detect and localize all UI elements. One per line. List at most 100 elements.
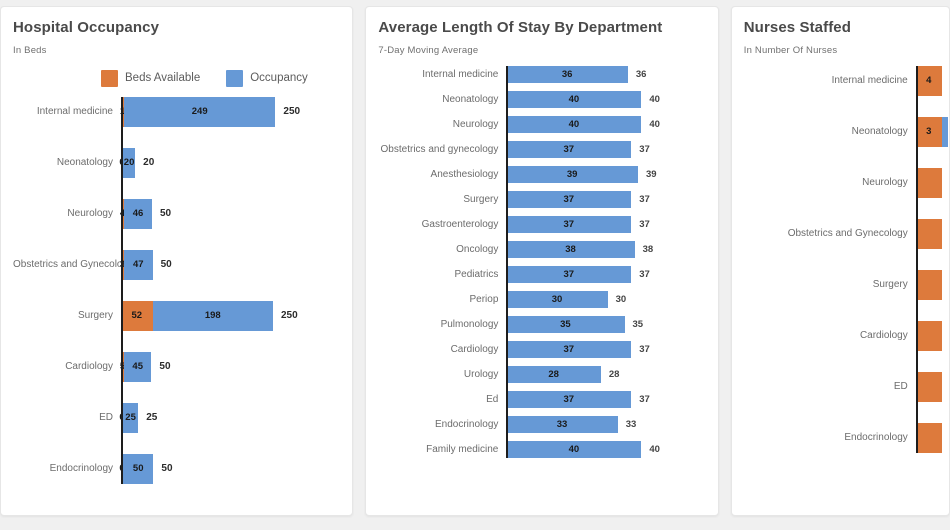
bar-segment[interactable]: 28: [506, 365, 601, 383]
bar-segment[interactable]: 35: [506, 315, 625, 333]
chart-row: Neurology: [744, 167, 942, 198]
bar-segment[interactable]: 46: [124, 198, 152, 229]
bar-segment[interactable]: 40: [506, 115, 642, 133]
bar-value-label: 37: [563, 268, 575, 280]
bar-value-label: 198: [204, 310, 221, 322]
bar-value-label: 33: [556, 418, 568, 430]
bar-total-label: 30: [615, 293, 627, 305]
bar-total-label: 250: [283, 106, 301, 118]
bar-segment[interactable]: [915, 320, 942, 351]
bar-segment[interactable]: 37: [506, 390, 632, 408]
bar-segment[interactable]: [915, 269, 942, 300]
row-label-ed: ED: [893, 381, 908, 393]
bar-segment[interactable]: 37: [506, 340, 632, 358]
bar-segment[interactable]: 20: [123, 147, 136, 178]
chart-row: Endocrinology05050: [13, 453, 340, 484]
row-label-neurology: Neurology: [862, 177, 908, 189]
chart-row: Anesthesiology 39 39: [378, 165, 705, 183]
bar-segment[interactable]: 37: [506, 215, 632, 233]
bar-total-label: 33: [625, 418, 637, 430]
legend-item-occupancy[interactable]: Occupancy: [226, 69, 308, 87]
bar-value-label: 249: [191, 106, 208, 118]
bar-segment[interactable]: [915, 422, 942, 453]
bar-segment[interactable]: 45: [124, 351, 152, 382]
chart-row: Endocrinology 33 33: [378, 415, 705, 433]
bar-segment[interactable]: [915, 167, 942, 198]
bar-total-label: 50: [159, 361, 171, 373]
chart-nurses-staffed: Internal medicine 4 Neonatology 3 Neurology O…: [744, 65, 948, 453]
bar-segment[interactable]: 30: [506, 290, 608, 308]
chart-row: Cardiology 37 37: [378, 340, 705, 358]
bar-track: 52 198 250: [121, 300, 340, 331]
bar-segment[interactable]: 52: [121, 300, 153, 331]
bar-track: 33 33: [506, 415, 705, 433]
row-label-neonatology: Neonatology: [851, 126, 908, 138]
bar-track: 30 30: [506, 290, 705, 308]
bar-total-label: 37: [639, 393, 650, 405]
bar-value-label: 47: [132, 259, 144, 271]
bar-segment[interactable]: 39: [506, 165, 638, 183]
chart-row: Neonatology 02020: [13, 147, 340, 178]
bar-track: 37 37: [506, 190, 705, 208]
legend-label-occupancy: Occupancy: [250, 72, 308, 85]
bar-total-label: 35: [632, 318, 644, 330]
bar-value-label: 37: [563, 143, 575, 155]
chart-row: Internal medicine 36 36: [378, 65, 705, 83]
card-title-average-length-of-stay: Average Length Of Stay By Department: [378, 19, 663, 36]
bar-track: 36 36: [506, 65, 705, 83]
bar-segment[interactable]: 25: [123, 402, 139, 433]
bar-value-label: 40: [568, 443, 580, 455]
row-label-obstetrics-and-gynecology: Obstetrics and Gynecology: [787, 228, 908, 240]
bar-track: [915, 371, 942, 402]
bar-segment[interactable]: 33: [506, 415, 618, 433]
legend-item-beds-available[interactable]: Beds Available: [101, 69, 200, 87]
row-label-family-medicine: Family medicine: [426, 443, 499, 455]
bar-value-label: 50: [132, 463, 144, 475]
bar-segment[interactable]: 37: [506, 265, 632, 283]
bar-track: 35 35: [506, 315, 705, 333]
chart-row: Ed 37 37: [378, 390, 705, 408]
row-label-ed: ED: [99, 412, 113, 424]
bar-segment[interactable]: 50: [123, 453, 154, 484]
chart-row: Urology 28 28: [378, 365, 705, 383]
bar-total-label: 50: [161, 463, 173, 475]
bar-segment[interactable]: 198: [152, 300, 273, 331]
row-label-anesthesiology: Anesthesiology: [430, 168, 499, 180]
bar-track: 44650: [120, 198, 340, 229]
bar-segment[interactable]: 36: [506, 65, 628, 83]
chart-row: Obstetrics and Gynecology34750: [13, 249, 340, 280]
chart-row: Neonatology 3: [744, 116, 948, 147]
row-label-pulmonology: Pulmonology: [440, 318, 499, 330]
bar-track: 1249250: [120, 96, 340, 127]
chart-row: Internal medicine 4: [744, 65, 942, 96]
bar-value-label: 35: [560, 318, 571, 330]
bar-track: 37 37: [506, 215, 705, 233]
row-label-neurology: Neurology: [452, 118, 499, 130]
bar-track: 4: [915, 65, 942, 96]
bar-segment[interactable]: [915, 371, 942, 402]
bar-total-label: 28: [608, 368, 620, 380]
bar-track: 37 37: [506, 390, 705, 408]
bar-segment[interactable]: 37: [506, 140, 632, 158]
bar-segment[interactable]: 249: [124, 96, 276, 127]
bar-value-label: 20: [123, 157, 135, 169]
row-label-neonatology: Neonatology: [56, 157, 113, 169]
bar-segment[interactable]: 38: [506, 240, 635, 258]
bar-segment[interactable]: 37: [506, 190, 632, 208]
bar-segment[interactable]: [941, 116, 948, 147]
bar-segment[interactable]: 47: [124, 249, 153, 280]
bar-segment[interactable]: 4: [915, 65, 942, 96]
row-label-pediatrics: Pediatrics: [454, 268, 499, 280]
bar-track: 40 40: [506, 90, 705, 108]
bar-track: 02020: [119, 147, 340, 178]
bar-segment[interactable]: 3: [915, 116, 942, 147]
bar-segment[interactable]: 40: [506, 440, 642, 458]
bar-track: 3: [915, 116, 948, 147]
bar-segment[interactable]: [915, 218, 942, 249]
bar-value-label: 3: [926, 126, 932, 138]
chart-row: Neonatology 40 40: [378, 90, 705, 108]
chart-row: ED: [744, 371, 942, 402]
chart-row: Cardiology54550: [13, 351, 340, 382]
bar-total-label: 37: [639, 268, 650, 280]
bar-segment[interactable]: 40: [506, 90, 642, 108]
